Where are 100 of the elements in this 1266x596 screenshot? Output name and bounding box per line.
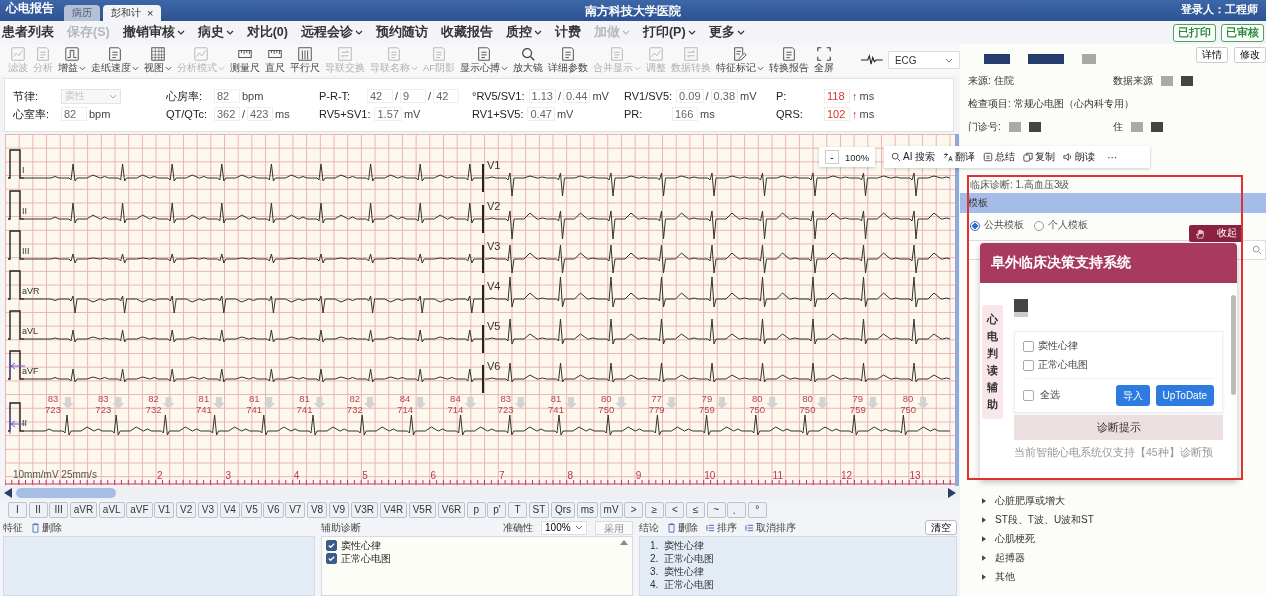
- lead-button[interactable]: V3: [197, 501, 219, 518]
- menu-item[interactable]: 收藏报告: [440, 24, 493, 41]
- panel-button[interactable]: 修改: [1234, 47, 1266, 63]
- menu-item[interactable]: 患者列表: [2, 24, 54, 41]
- lead-button[interactable]: V4R: [379, 501, 408, 518]
- value-field[interactable]: 1.13: [528, 89, 556, 103]
- toolbar-button[interactable]: 走纸速度: [89, 45, 141, 75]
- lead-button[interactable]: V3R: [350, 501, 379, 518]
- collapse-button[interactable]: 收起: [1189, 225, 1243, 242]
- signal-select[interactable]: ECG: [887, 51, 960, 69]
- toolbar-button[interactable]: 全屏: [812, 45, 837, 75]
- lead-button[interactable]: V8: [306, 501, 328, 518]
- value-field[interactable]: 166: [672, 107, 698, 121]
- lead-button[interactable]: V4: [219, 501, 240, 518]
- clear-button[interactable]: 清空: [925, 520, 957, 535]
- zoom-out-button[interactable]: -: [825, 150, 839, 164]
- ai-action-button[interactable]: 翻译: [940, 150, 979, 164]
- lead-button[interactable]: V6: [263, 501, 284, 518]
- menu-item[interactable]: 质控: [505, 24, 542, 41]
- tree-item[interactable]: 心脏肥厚或增大: [982, 491, 1266, 510]
- toolbar-button[interactable]: 平行尺: [288, 45, 322, 75]
- lead-button[interactable]: V7: [285, 501, 306, 518]
- radio-button[interactable]: [1034, 220, 1044, 231]
- lead-button[interactable]: aVL: [98, 501, 125, 518]
- lead-button[interactable]: p': [487, 501, 507, 518]
- lead-button[interactable]: <: [665, 501, 685, 518]
- unsort-button[interactable]: 取消排序: [745, 520, 797, 535]
- menu-item[interactable]: 病史: [197, 24, 234, 41]
- menu-item[interactable]: 预约随访: [375, 24, 428, 41]
- value-field[interactable]: 0.44: [563, 89, 591, 103]
- tree-item[interactable]: ST段、T波、U波和ST: [982, 510, 1266, 529]
- toolbar-button[interactable]: 直尺: [263, 45, 287, 75]
- sort-button[interactable]: 排序: [706, 520, 738, 535]
- menu-item[interactable]: 打印(P): [642, 24, 696, 41]
- ai-action-button[interactable]: AI 搜索: [888, 150, 939, 164]
- side-tab[interactable]: 心电判读辅助: [982, 305, 1003, 420]
- lead-button[interactable]: II: [28, 501, 48, 518]
- status-button[interactable]: 已审核: [1221, 23, 1264, 42]
- value-field[interactable]: 0.38: [710, 89, 738, 103]
- lead-button[interactable]: 、: [727, 501, 747, 518]
- status-button[interactable]: 已打印: [1173, 23, 1216, 42]
- lead-button[interactable]: V9: [328, 501, 349, 518]
- lead-button[interactable]: >: [624, 501, 644, 518]
- value-field[interactable]: 0.47: [527, 107, 555, 121]
- toolbar-button[interactable]: 放大镜: [511, 45, 546, 75]
- toolbar-button[interactable]: 视图: [142, 45, 174, 75]
- lead-button[interactable]: III: [49, 501, 69, 518]
- menu-item[interactable]: 对比(0): [246, 24, 288, 41]
- value-field[interactable]: 423: [247, 107, 274, 121]
- panel-button[interactable]: 详情: [1196, 47, 1228, 63]
- more-button[interactable]: ···: [1104, 151, 1121, 163]
- toolbar-button[interactable]: 特征标记: [714, 45, 767, 75]
- lead-button[interactable]: aVR: [69, 501, 98, 518]
- menu-item[interactable]: 计费: [554, 24, 581, 41]
- lead-button[interactable]: mV: [599, 501, 623, 518]
- scroll-right-icon[interactable]: [948, 488, 956, 498]
- lead-button[interactable]: V5: [241, 501, 262, 518]
- toolbar-button[interactable]: 显示心搏: [458, 45, 511, 75]
- lead-button[interactable]: Qrs: [550, 501, 576, 518]
- value-field[interactable]: 0.09: [676, 89, 704, 103]
- toolbar-button[interactable]: 转换报告: [767, 45, 812, 75]
- ai-action-button[interactable]: 总结: [980, 150, 1019, 164]
- ai-action-button[interactable]: 朗读: [1060, 150, 1099, 164]
- value-field[interactable]: 118: [824, 89, 850, 103]
- lead-button[interactable]: T: [508, 501, 527, 518]
- lead-button[interactable]: V5R: [408, 501, 437, 518]
- lead-button[interactable]: I: [8, 501, 27, 518]
- tree-item[interactable]: 起搏器: [982, 548, 1266, 567]
- toolbar-button[interactable]: 增益: [56, 45, 88, 75]
- action-button[interactable]: UpToDate: [1155, 385, 1214, 406]
- checkbox[interactable]: [326, 553, 337, 564]
- checkbox[interactable]: [1023, 390, 1034, 401]
- scroll-up-icon[interactable]: [620, 540, 629, 545]
- tree-item[interactable]: 其他: [982, 567, 1266, 586]
- value-field[interactable]: 362: [214, 107, 240, 121]
- lead-button[interactable]: ST: [528, 501, 550, 518]
- lead-button[interactable]: aVF: [126, 501, 153, 518]
- ai-action-button[interactable]: 复制: [1020, 150, 1059, 164]
- lead-button[interactable]: V1: [154, 501, 175, 518]
- menu-item[interactable]: 撤销审核: [122, 24, 185, 41]
- lead-button[interactable]: V6R: [437, 501, 466, 518]
- action-button[interactable]: 导入: [1115, 385, 1150, 406]
- lead-button[interactable]: °: [747, 501, 767, 518]
- lead-button[interactable]: ~: [706, 501, 726, 518]
- toolbar-button[interactable]: 测量尺: [228, 45, 262, 75]
- popup-scrollbar[interactable]: [1231, 295, 1236, 395]
- value-field[interactable]: 82: [61, 107, 87, 121]
- value-field[interactable]: 102: [824, 107, 850, 121]
- checkbox[interactable]: [326, 540, 337, 551]
- toolbar-button[interactable]: 详细参数: [546, 45, 591, 75]
- scroll-thumb[interactable]: [16, 488, 116, 498]
- lead-button[interactable]: ms: [576, 501, 598, 518]
- checkbox[interactable]: [1023, 360, 1034, 371]
- tree-item[interactable]: 心肌梗死: [982, 529, 1266, 548]
- radio-button[interactable]: [970, 220, 980, 231]
- lead-button[interactable]: ≤: [685, 501, 705, 518]
- horizontal-scrollbar[interactable]: [0, 486, 960, 500]
- checkbox[interactable]: [1023, 341, 1034, 352]
- accuracy-select[interactable]: 100%: [541, 520, 588, 535]
- value-field[interactable]: 42: [433, 89, 460, 103]
